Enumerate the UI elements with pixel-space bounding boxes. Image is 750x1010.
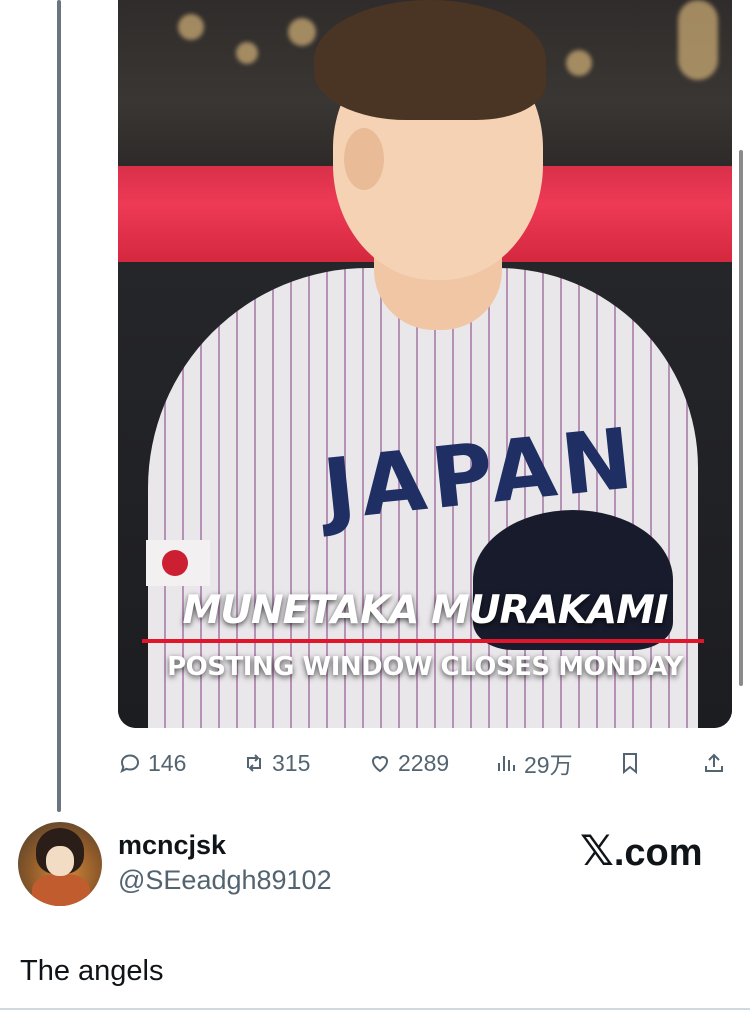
stadium-light xyxy=(288,18,316,46)
headline-divider xyxy=(142,639,704,643)
post-media-image[interactable]: JAPAN MUNETAKA MURAKAMI POSTING WINDOW C… xyxy=(118,0,732,728)
scrollbar[interactable] xyxy=(739,150,743,686)
stadium-light xyxy=(678,0,718,80)
reply-handle[interactable]: @SEeadgh89102 xyxy=(118,865,332,896)
thread-line xyxy=(57,0,61,812)
media-headline: MUNETAKA MURAKAMI xyxy=(182,588,669,633)
japan-flag-patch xyxy=(146,540,210,586)
reply-display-name[interactable]: mcncjsk xyxy=(118,830,226,861)
x-logo-icon: 𝕏 xyxy=(580,826,614,875)
heart-icon xyxy=(371,756,389,773)
stadium-light xyxy=(566,50,592,76)
repost-button[interactable]: 315 xyxy=(242,748,310,778)
view-count: 29万 xyxy=(524,752,573,778)
like-count: 2289 xyxy=(398,749,450,776)
stadium-light xyxy=(178,14,204,40)
player-ear xyxy=(344,128,384,190)
x-com-logo: 𝕏 .com xyxy=(580,826,703,875)
repost-icon xyxy=(247,754,261,772)
bar-chart-icon xyxy=(498,756,515,771)
reply-count: 146 xyxy=(148,749,187,776)
post-action-bar: 146 315 2289 29万 xyxy=(118,748,732,778)
media-subhead: POSTING WINDOW CLOSES MONDAY xyxy=(167,652,683,682)
avatar-figure-face xyxy=(46,846,74,876)
share-icon xyxy=(705,753,723,772)
reply-icon xyxy=(120,754,140,773)
player-hair xyxy=(314,0,546,120)
repost-count: 315 xyxy=(272,749,311,776)
like-button[interactable]: 2289 xyxy=(368,748,449,778)
bookmark-icon xyxy=(623,753,637,775)
reply-button[interactable]: 146 xyxy=(118,748,186,778)
share-button[interactable] xyxy=(702,748,726,778)
views-button[interactable]: 29万 xyxy=(494,748,573,778)
reply-text: The angels xyxy=(20,955,164,987)
bookmark-button[interactable] xyxy=(618,748,642,778)
avatar-figure-body xyxy=(32,874,90,906)
brand-suffix: .com xyxy=(613,832,703,874)
stadium-light xyxy=(236,42,258,64)
avatar[interactable] xyxy=(18,822,102,906)
